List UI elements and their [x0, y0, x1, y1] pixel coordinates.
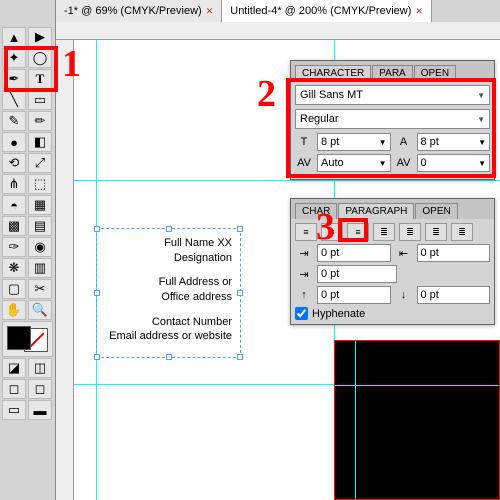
shape-builder-tool[interactable]: ◓ [2, 195, 26, 215]
graph-tool[interactable]: ▥ [28, 258, 52, 278]
indent-right-icon: ⇤ [395, 247, 413, 260]
align-left-button[interactable]: ≡ [295, 223, 317, 241]
eyedropper-tool[interactable]: ✑ [2, 237, 26, 257]
font-size-input[interactable]: 8 pt▼ [317, 133, 391, 151]
panel-tab-paragraph[interactable]: PARA [372, 65, 413, 81]
annotation-3: 3 [316, 205, 335, 249]
annotation-2: 2 [257, 72, 276, 116]
mesh-tool[interactable]: ▩ [2, 216, 26, 236]
blob-tool[interactable]: ● [2, 132, 26, 152]
artboard-tool[interactable]: ▢ [2, 279, 26, 299]
panel-tab-opentype[interactable]: OPEN [415, 203, 457, 219]
free-transform-tool[interactable]: ⬚ [28, 174, 52, 194]
character-panel[interactable]: CHARACTER PARA OPEN Gill Sans MT▼ Regula… [290, 60, 495, 180]
space-after-input[interactable]: 0 pt [417, 286, 491, 304]
tracking-input[interactable]: 0▼ [417, 154, 491, 172]
rotate-tool[interactable]: ⟲ [2, 153, 26, 173]
leading-icon: A [395, 136, 413, 148]
blend-tool[interactable]: ◉ [28, 237, 52, 257]
justify-all-button[interactable]: ≣ [451, 223, 473, 241]
direct-selection-tool[interactable]: ▶ [28, 27, 52, 47]
lasso-tool[interactable]: ◯ [28, 48, 52, 68]
slice-tool[interactable]: ✂ [28, 279, 52, 299]
justify-right-button[interactable]: ≣ [425, 223, 447, 241]
space-after-icon: ↓ [395, 289, 413, 301]
width-tool[interactable]: ⋔ [2, 174, 26, 194]
ruler-vertical[interactable] [56, 40, 74, 500]
leading-input[interactable]: 8 pt▼ [417, 133, 491, 151]
symbol-sprayer-tool[interactable]: ❋ [2, 258, 26, 278]
annotation-1: 1 [62, 42, 81, 86]
gradient-mode[interactable]: ◫ [28, 358, 52, 378]
rectangle-tool[interactable]: ▭ [28, 90, 52, 110]
draw-normal[interactable]: ◻ [2, 379, 26, 399]
ruler-horizontal[interactable] [56, 22, 500, 40]
draw-behind[interactable]: ◻ [28, 379, 52, 399]
toolbox: ▲▶ ✦◯ ✒T ╲▭ ✎✏ ●◧ ⟲⤢ ⋔⬚ ◓▦ ▩▤ ✑◉ ❋▥ ▢✂ ✋… [0, 0, 56, 500]
panel-tab-opentype[interactable]: OPEN [414, 65, 456, 81]
fill-stroke-swatch[interactable] [2, 321, 53, 357]
text-frame[interactable]: Full Name XX Designation Full Address or… [96, 228, 241, 358]
panel-tab-character[interactable]: CHARACTER [295, 65, 371, 81]
indent-right-input[interactable]: 0 pt [417, 244, 491, 262]
doc-tab-active[interactable]: Untitled-4* @ 200% (CMYK/Preview)✕ [222, 0, 432, 22]
perspective-tool[interactable]: ▦ [28, 195, 52, 215]
panel-tab-paragraph[interactable]: PARAGRAPH [338, 203, 414, 219]
pen-tool[interactable]: ✒ [2, 69, 26, 89]
tracking-icon: AV [395, 157, 413, 169]
justify-left-button[interactable]: ≣ [373, 223, 395, 241]
selection-tool[interactable]: ▲ [2, 27, 26, 47]
text-content[interactable]: Full Name XX Designation Full Address or… [97, 229, 240, 353]
font-family-dropdown[interactable]: Gill Sans MT▼ [295, 85, 490, 105]
line-tool[interactable]: ╲ [2, 90, 26, 110]
rectangle-black[interactable] [334, 340, 500, 500]
first-line-indent-input[interactable]: 0 pt [317, 265, 397, 283]
guide-h[interactable] [335, 385, 499, 386]
guide-v[interactable] [355, 341, 356, 499]
doc-tab[interactable]: -1* @ 69% (CMYK/Preview)✕ [56, 0, 222, 22]
space-before-input[interactable]: 0 pt [317, 286, 391, 304]
justify-center-button[interactable]: ≣ [399, 223, 421, 241]
scale-tool[interactable]: ⤢ [28, 153, 52, 173]
hand-tool[interactable]: ✋ [2, 300, 26, 320]
paintbrush-tool[interactable]: ✎ [2, 111, 26, 131]
screen-mode-2[interactable]: ▬ [28, 400, 52, 420]
screen-mode[interactable]: ▭ [2, 400, 26, 420]
color-mode[interactable]: ◪ [2, 358, 26, 378]
guide-h[interactable] [74, 180, 500, 181]
first-line-indent-icon: ⇥ [295, 268, 313, 281]
font-size-icon: T [295, 136, 313, 148]
align-right-button[interactable]: ≡ [347, 223, 369, 241]
document-tabs: -1* @ 69% (CMYK/Preview)✕ Untitled-4* @ … [56, 0, 500, 22]
gradient-tool[interactable]: ▤ [28, 216, 52, 236]
eraser-tool[interactable]: ◧ [28, 132, 52, 152]
zoom-tool[interactable]: 🔍 [28, 300, 52, 320]
close-icon[interactable]: ✕ [206, 6, 214, 17]
pencil-tool[interactable]: ✏ [28, 111, 52, 131]
indent-left-icon: ⇥ [295, 247, 313, 260]
close-icon[interactable]: ✕ [415, 6, 423, 17]
magic-wand-tool[interactable]: ✦ [2, 48, 26, 68]
space-before-icon: ↑ [295, 289, 313, 301]
kerning-input[interactable]: Auto▼ [317, 154, 391, 172]
font-style-dropdown[interactable]: Regular▼ [295, 109, 490, 129]
type-tool[interactable]: T [28, 69, 52, 89]
kerning-icon: AV [295, 157, 313, 169]
hyphenate-checkbox[interactable]: Hyphenate [295, 307, 490, 320]
